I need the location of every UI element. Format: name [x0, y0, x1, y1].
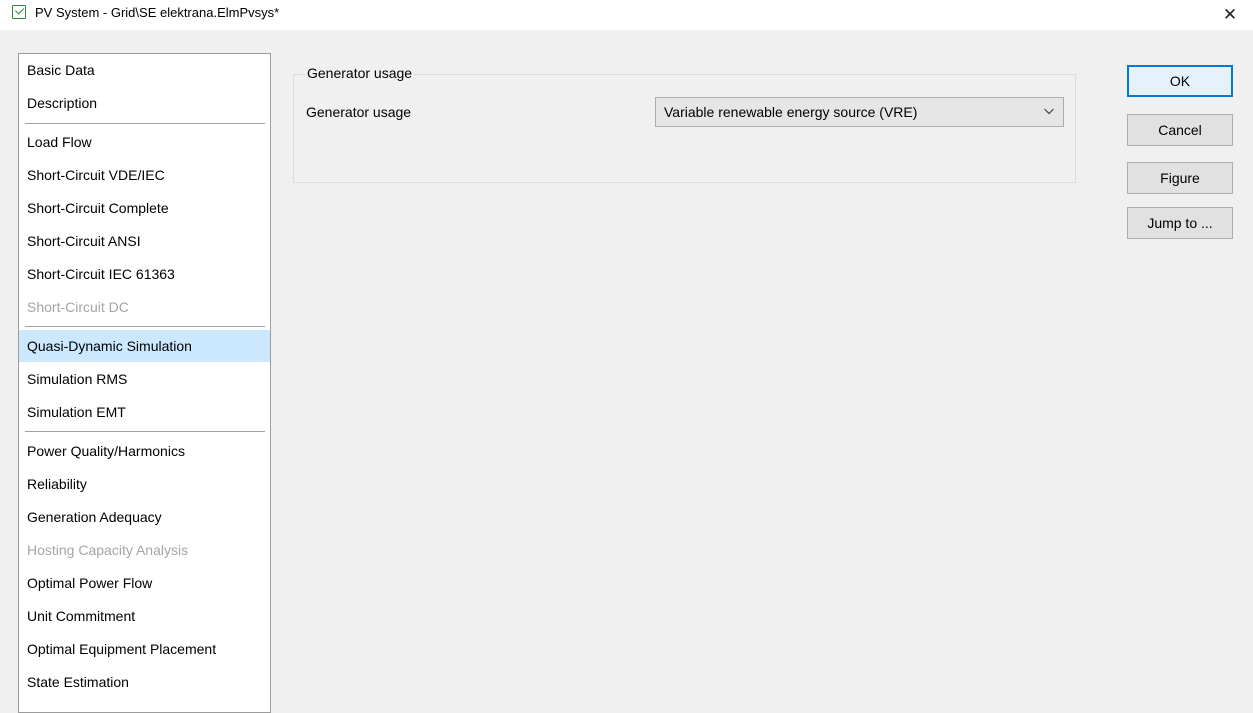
nav-item-basic-data[interactable]: Basic Data: [19, 54, 270, 86]
nav-item-load-flow[interactable]: Load Flow: [19, 126, 270, 158]
nav-item-description[interactable]: Description: [19, 87, 270, 119]
nav-item-short-circuit-vde-iec[interactable]: Short-Circuit VDE/IEC: [19, 159, 270, 191]
nav-item-short-circuit-complete[interactable]: Short-Circuit Complete: [19, 192, 270, 224]
nav-separator: [25, 326, 265, 327]
nav-item-short-circuit-iec-61363[interactable]: Short-Circuit IEC 61363: [19, 258, 270, 290]
nav-item-unit-commitment[interactable]: Unit Commitment: [19, 600, 270, 632]
pv-system-icon: [12, 5, 26, 19]
ok-button[interactable]: OK: [1127, 65, 1233, 97]
generator-usage-value: Variable renewable energy source (VRE): [664, 104, 918, 120]
generator-usage-select[interactable]: Variable renewable energy source (VRE): [655, 97, 1064, 127]
title-bar: PV System - Grid\SE elektrana.ElmPvsys* …: [0, 0, 1253, 30]
nav-item-simulation-emt[interactable]: Simulation EMT: [19, 396, 270, 428]
group-title: Generator usage: [305, 64, 415, 82]
page-navigation-list: Basic Data Description Load Flow Short-C…: [18, 53, 271, 713]
nav-item-optimal-power-flow[interactable]: Optimal Power Flow: [19, 567, 270, 599]
cancel-button[interactable]: Cancel: [1127, 114, 1233, 146]
nav-separator: [25, 431, 265, 432]
nav-item-simulation-rms[interactable]: Simulation RMS: [19, 363, 270, 395]
nav-item-power-quality-harmonics[interactable]: Power Quality/Harmonics: [19, 435, 270, 467]
generator-usage-label: Generator usage: [306, 104, 412, 120]
close-button[interactable]: ✕: [1207, 0, 1253, 30]
window-title: PV System - Grid\SE elektrana.ElmPvsys*: [35, 5, 280, 20]
nav-item-quasi-dynamic-simulation[interactable]: Quasi-Dynamic Simulation: [19, 330, 270, 362]
chevron-down-icon: [1044, 108, 1054, 115]
generator-usage-group: [293, 74, 1076, 183]
nav-item-short-circuit-dc: Short-Circuit DC: [27, 299, 129, 315]
nav-item-hosting-capacity-analysis: Hosting Capacity Analysis: [27, 542, 189, 558]
close-icon: ✕: [1222, 5, 1238, 25]
nav-item-generation-adequacy[interactable]: Generation Adequacy: [19, 501, 270, 533]
nav-separator: [25, 123, 265, 124]
nav-item-optimal-equipment-placement[interactable]: Optimal Equipment Placement: [19, 633, 270, 665]
nav-item-reliability[interactable]: Reliability: [19, 468, 270, 500]
jump-to-button[interactable]: Jump to ...: [1127, 207, 1233, 239]
nav-item-state-estimation[interactable]: State Estimation: [19, 666, 270, 698]
nav-item-short-circuit-ansi[interactable]: Short-Circuit ANSI: [19, 225, 270, 257]
figure-button[interactable]: Figure: [1127, 162, 1233, 194]
